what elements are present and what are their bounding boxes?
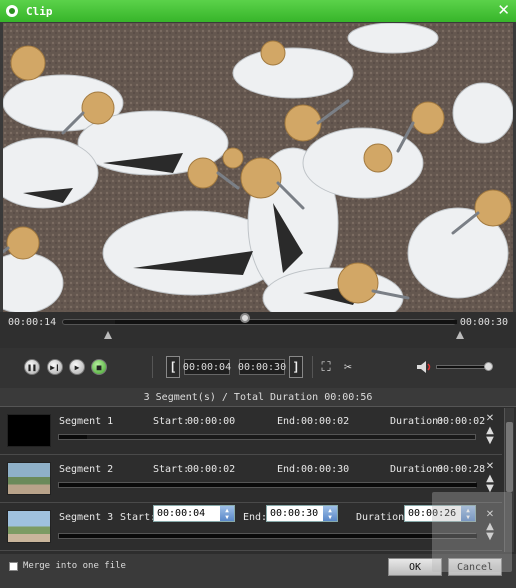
play-icon: ▶ <box>74 362 80 372</box>
segment-bar-fill <box>59 483 477 487</box>
end-label: End: <box>277 416 302 427</box>
volume-thumb[interactable] <box>484 362 493 371</box>
spin-arrows-icon[interactable]: ▲ ▼ <box>323 506 337 521</box>
delete-segment-icon[interactable]: ✕ <box>484 413 496 425</box>
close-icon[interactable]: ✕ <box>497 1 510 19</box>
end-label: End: <box>243 512 268 523</box>
seek-selection <box>115 320 457 324</box>
duration-label: Duration: <box>356 512 411 523</box>
segment-name: Segment 3 <box>59 512 114 523</box>
end-value: 00:00:30 <box>301 464 350 475</box>
start-label: Start: <box>153 464 190 475</box>
video-preview <box>3 23 513 312</box>
segment-row[interactable]: Segment 2 Start: 00:00:02 End: 00:00:30 … <box>0 455 502 503</box>
volume-icon[interactable] <box>416 360 432 374</box>
segment-bar-fill <box>59 435 87 439</box>
segment-summary: 3 Segment(s) / Total Duration 00:00:56 <box>0 390 516 406</box>
scroll-thumb[interactable] <box>506 422 513 492</box>
total-time: 00:00:30 <box>459 317 508 328</box>
segment-thumbnail <box>7 462 51 495</box>
start-value: 00:00:02 <box>187 464 236 475</box>
stop-button[interactable]: ■ <box>91 359 107 375</box>
segment-bar <box>58 482 477 488</box>
trim-end-marker[interactable] <box>456 331 464 339</box>
title-bar: Clip ✕ <box>0 0 516 22</box>
app-logo-icon <box>6 5 18 17</box>
segment-end-field[interactable]: 00:00:30 ▲ ▼ <box>266 505 338 522</box>
set-start-button[interactable]: [ <box>166 356 180 378</box>
segment-bar <box>58 434 476 440</box>
window-title: Clip <box>26 4 53 18</box>
merge-label: Merge into one file <box>23 561 126 571</box>
segment-start-value: 00:00:04 <box>157 508 206 519</box>
watermark-logo <box>432 492 512 572</box>
trim-end-field[interactable]: 00:00:30 <box>238 359 286 375</box>
end-value: 00:00:02 <box>301 416 350 427</box>
seek-track[interactable] <box>62 319 457 325</box>
segment-end-value: 00:00:30 <box>270 508 319 519</box>
segment-start-field[interactable]: 00:00:04 ▲ ▼ <box>153 505 235 522</box>
volume-slider[interactable] <box>436 365 490 369</box>
seek-thumb[interactable] <box>240 313 250 323</box>
new-clip-icon[interactable]: ⛶ <box>318 359 334 375</box>
next-frame-button[interactable]: ▶❙ <box>47 359 63 375</box>
play-button[interactable]: ▶ <box>69 359 85 375</box>
segment-name: Segment 1 <box>59 416 114 427</box>
segment-thumbnail <box>7 510 51 543</box>
pause-icon: ❚❚ <box>27 362 37 372</box>
delete-segment-icon[interactable]: ✕ <box>484 461 496 473</box>
trim-start-field[interactable]: 00:00:04 <box>183 359 231 375</box>
scissors-icon[interactable]: ✂ <box>340 359 356 375</box>
spin-arrows-icon[interactable]: ▲ ▼ <box>220 506 234 521</box>
pause-button[interactable]: ❚❚ <box>24 359 40 375</box>
segment-bar-fill <box>59 534 477 538</box>
end-label: End: <box>277 464 302 475</box>
current-time: 00:00:14 <box>8 317 57 328</box>
start-label: Start: <box>120 512 157 523</box>
segment-name: Segment 2 <box>59 464 114 475</box>
start-value: 00:00:00 <box>187 416 236 427</box>
start-label: Start: <box>153 416 190 427</box>
set-end-button[interactable]: ] <box>289 356 303 378</box>
segment-row[interactable]: Segment 1 Start: 00:00:00 End: 00:00:02 … <box>0 407 502 455</box>
divider <box>312 356 313 378</box>
stop-icon: ■ <box>96 362 102 372</box>
timeline: 00:00:14 00:00:30 <box>0 312 516 348</box>
merge-checkbox[interactable] <box>9 562 18 571</box>
divider <box>152 356 153 378</box>
duration-value: 00:00:02 <box>437 416 486 427</box>
next-frame-icon: ▶❙ <box>50 362 60 372</box>
segment-bar <box>58 533 477 539</box>
move-down-icon[interactable]: ▼ <box>484 435 496 447</box>
duration-value: 00:00:28 <box>437 464 486 475</box>
segment-thumbnail <box>7 414 51 447</box>
trim-start-marker[interactable] <box>104 331 112 339</box>
